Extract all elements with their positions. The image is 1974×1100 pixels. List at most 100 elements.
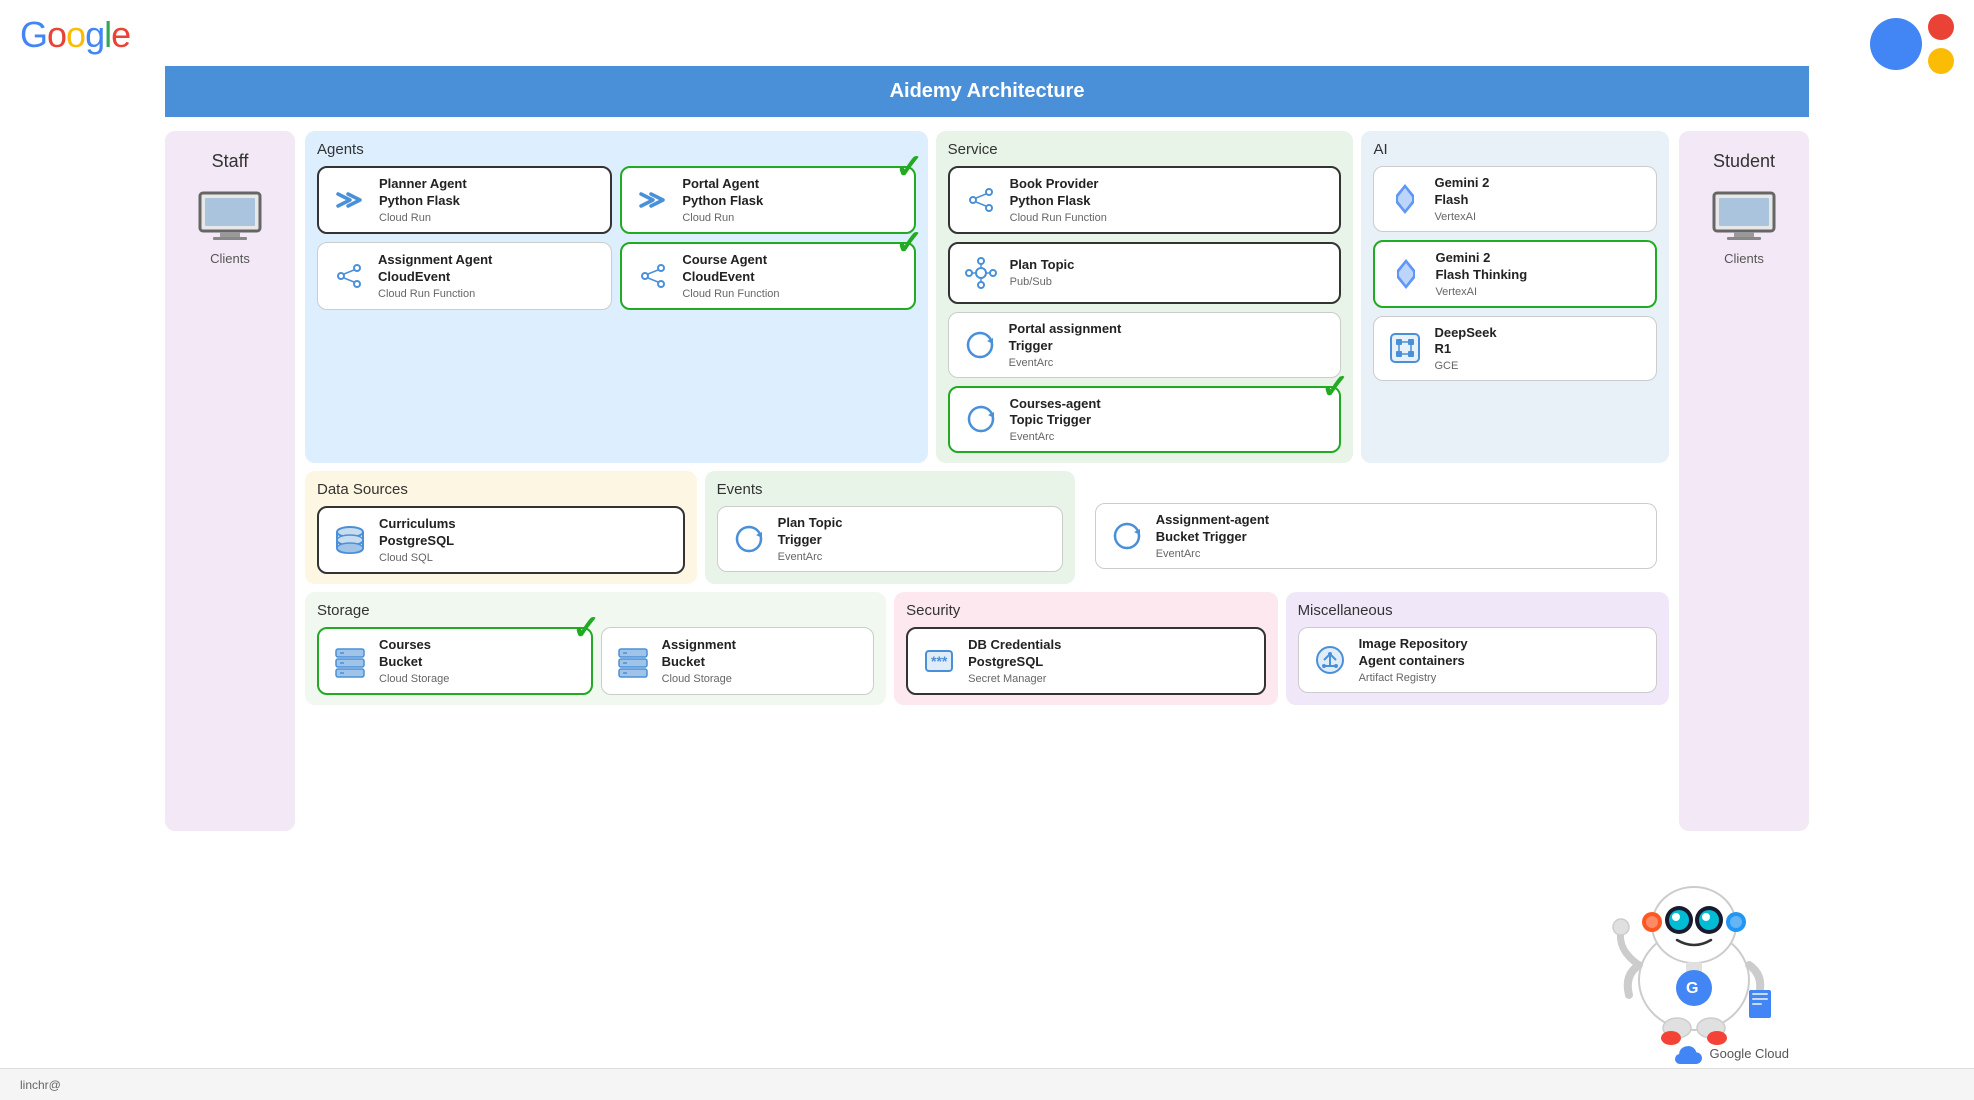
staff-panel: Staff Clients [165,131,295,831]
google-cloud-logo: Google Cloud [1672,1042,1790,1064]
book-provider-icon [960,179,1002,221]
image-repo-card: Image RepositoryAgent containers Artifac… [1298,627,1657,693]
planner-agent-sub: Cloud Run [379,212,467,224]
student-client-label: Clients [1724,251,1764,266]
assignment-agent-name: Assignment AgentCloudEvent [378,252,492,286]
portal-agent-checkmark: ✓ [895,150,924,184]
portal-assignment-trigger-sub: EventArc [1009,357,1122,369]
course-agent-icon [632,255,674,297]
plan-topic-trigger-icon [728,518,770,560]
google-cloud-text: Google Cloud [1710,1046,1790,1061]
portal-agent-name: Portal AgentPython Flask [682,176,763,210]
db-credentials-name: DB CredentialsPostgreSQL [968,637,1061,671]
robot-character: G [1599,850,1789,1050]
footer-user: linchr@ [20,1078,61,1092]
db-credentials-icon: *** [918,640,960,682]
service-title: Service [948,141,1342,158]
portal-agent-card: Portal AgentPython Flask Cloud Run ✓ [620,166,915,234]
assistant-dots [1870,14,1954,74]
agents-title: Agents [317,141,916,158]
portal-agent-icon [632,179,674,221]
footer: linchr@ [0,1068,1974,1100]
plan-topic-name: Plan Topic [1010,257,1075,274]
assignment-agent-icon [328,255,370,297]
planner-agent-icon [329,179,371,221]
deepseek-card: DeepSeekR1 GCE [1373,316,1657,382]
gemini-flash-name: Gemini 2Flash [1434,175,1489,209]
data-sources-title: Data Sources [317,481,685,498]
courses-agent-trigger-name: Courses-agentTopic Trigger [1010,396,1101,430]
svg-text:***: *** [931,653,948,669]
plan-topic-trigger-name: Plan TopicTrigger [778,515,843,549]
planner-agent-card: Planner AgentPython Flask Cloud Run [317,166,612,234]
courses-agent-trigger-checkmark: ✓ [1321,370,1350,404]
events-title: Events [717,481,1063,498]
events-section: Events Plan TopicTrigger EventArc [705,471,1075,584]
student-monitor-icon [1709,188,1779,243]
course-agent-sub: Cloud Run Function [682,288,779,300]
misc-section: Miscellaneous I [1286,592,1669,705]
google-logo: Google [20,14,130,56]
curriculums-sub: Cloud SQL [379,552,456,564]
assignment-bucket-trigger-section: Assignment-agentBucket Trigger EventArc [1083,471,1669,584]
security-section: Security *** DB CredentialsPostgreSQL Se… [894,592,1277,705]
header-bar: Aidemy Architecture [165,66,1809,117]
image-repo-icon [1309,639,1351,681]
staff-monitor-icon [195,188,265,243]
svg-text:G: G [1686,980,1698,997]
student-panel: Student Clients [1679,131,1809,831]
portal-assignment-trigger-name: Portal assignmentTrigger [1009,321,1122,355]
db-credentials-card: *** DB CredentialsPostgreSQL Secret Mana… [906,627,1265,695]
course-agent-card: Course AgentCloudEvent Cloud Run Functio… [620,242,915,310]
deepseek-icon [1384,327,1426,369]
misc-title: Miscellaneous [1298,602,1657,619]
plan-topic-sub: Pub/Sub [1010,276,1075,288]
courses-bucket-checkmark: ✓ [572,611,601,645]
courses-agent-trigger-card: Courses-agentTopic Trigger EventArc ✓ [948,386,1342,454]
book-provider-name: Book ProviderPython Flask [1010,176,1107,210]
data-sources-section: Data Sources CurriculumsPostgreSQL [305,471,697,584]
assignment-bucket-card: AssignmentBucket Cloud Storage [601,627,875,695]
gemini-flash-thinking-sub: VertexAI [1435,286,1527,298]
course-agent-name: Course AgentCloudEvent [682,252,779,286]
gemini-flash-sub: VertexAI [1434,211,1489,223]
student-label: Student [1713,151,1775,172]
assignment-bucket-sub: Cloud Storage [662,673,736,685]
courses-agent-trigger-sub: EventArc [1010,431,1101,443]
plan-topic-trigger-card: Plan TopicTrigger EventArc [717,506,1063,572]
ai-title: AI [1373,141,1657,158]
gemini-flash-thinking-card: Gemini 2Flash Thinking VertexAI [1373,240,1657,308]
staff-label: Staff [212,151,249,172]
book-provider-card: Book ProviderPython Flask Cloud Run Func… [948,166,1342,234]
portal-agent-sub: Cloud Run [682,212,763,224]
plan-topic-icon [960,252,1002,294]
assignment-agent-sub: Cloud Run Function [378,288,492,300]
assignment-agent-card: Assignment AgentCloudEvent Cloud Run Fun… [317,242,612,310]
portal-assignment-trigger-card: Portal assignmentTrigger EventArc [948,312,1342,378]
portal-assignment-trigger-icon [959,324,1001,366]
image-repo-name: Image RepositoryAgent containers [1359,636,1468,670]
ai-section: AI Gemini 2Flash VertexAI [1361,131,1669,463]
deepseek-sub: GCE [1434,360,1496,372]
agents-section: Agents Planner AgentPython Flask Clou [305,131,928,463]
assignment-bucket-trigger-name: Assignment-agentBucket Trigger [1156,512,1269,546]
gemini-flash-thinking-name: Gemini 2Flash Thinking [1435,250,1527,284]
gemini-flash-thinking-icon [1385,253,1427,295]
storage-section: Storage [305,592,886,705]
assignment-bucket-trigger-sub: EventArc [1156,548,1269,560]
security-title: Security [906,602,1265,619]
assignment-bucket-icon [612,640,654,682]
courses-bucket-card: CoursesBucket Cloud Storage ✓ [317,627,593,695]
courses-bucket-sub: Cloud Storage [379,673,449,685]
course-agent-checkmark: ✓ [895,226,924,260]
image-repo-sub: Artifact Registry [1359,672,1468,684]
book-provider-sub: Cloud Run Function [1010,212,1107,224]
assignment-bucket-trigger-card: Assignment-agentBucket Trigger EventArc [1095,503,1657,569]
staff-client-label: Clients [210,251,250,266]
courses-agent-trigger-icon [960,398,1002,440]
courses-bucket-name: CoursesBucket [379,637,449,671]
courses-bucket-icon [329,640,371,682]
service-section: Service [936,131,1354,463]
gemini-flash-card: Gemini 2Flash VertexAI [1373,166,1657,232]
deepseek-name: DeepSeekR1 [1434,325,1496,359]
